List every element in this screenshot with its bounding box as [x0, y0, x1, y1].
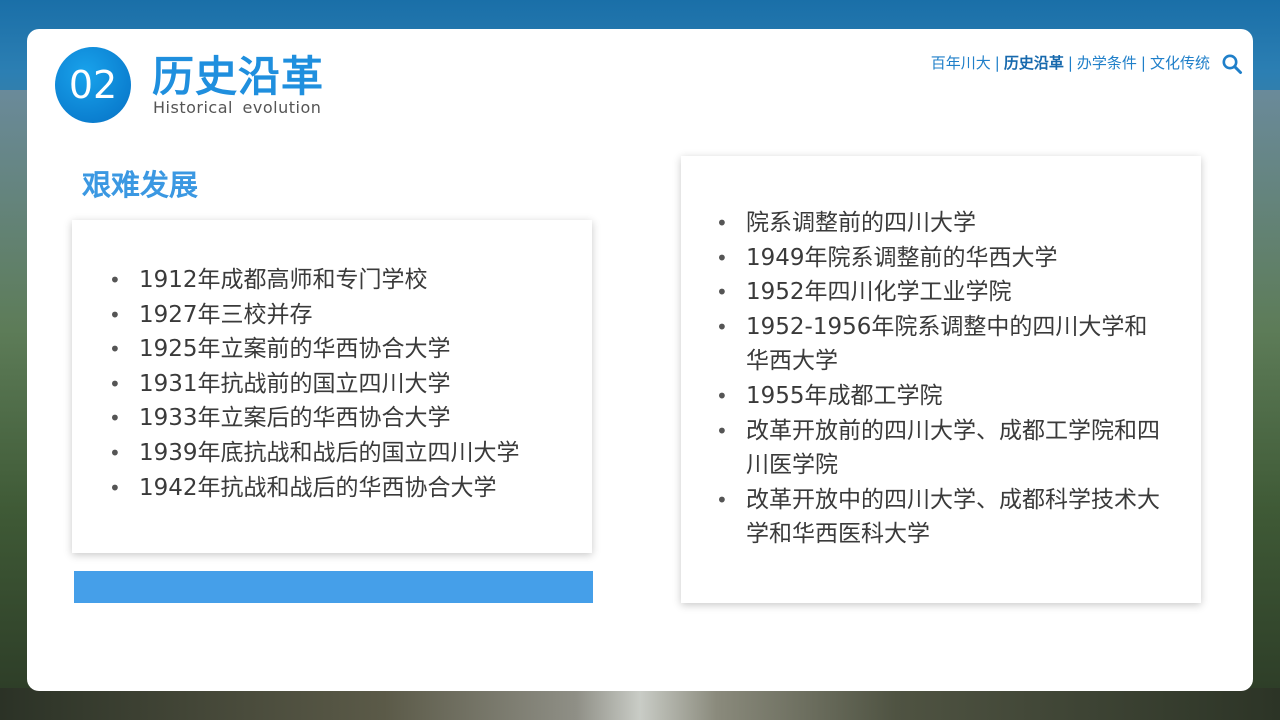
background-photo-right: [1250, 90, 1280, 690]
search-icon[interactable]: [1221, 53, 1243, 75]
right-bullet-list: 院系调整前的四川大学 1949年院系调整前的华西大学 1952年四川化学工业学院…: [714, 206, 1164, 552]
nav-item-bainian[interactable]: 百年川大: [931, 54, 991, 72]
background-photo-left: [0, 90, 30, 690]
accent-bar: [74, 571, 593, 603]
list-item: 1942年抗战和战后的华西协合大学: [107, 471, 577, 506]
list-item: 1927年三校并存: [107, 298, 577, 333]
list-item: 改革开放中的四川大学、成都科学技术大学和华西医科大学: [714, 483, 1164, 552]
page-title: 历史沿革: [152, 52, 325, 101]
nav-separator: |: [1067, 54, 1073, 72]
page-subtitle: Historical evolution: [153, 98, 322, 117]
nav-item-banxue[interactable]: 办学条件: [1077, 54, 1137, 72]
list-item: 1931年抗战前的国立四川大学: [107, 367, 577, 402]
list-item: 1955年成都工学院: [714, 379, 1164, 414]
list-item: 1952-1956年院系调整中的四川大学和华西大学: [714, 310, 1164, 379]
nav-separator: |: [994, 54, 1000, 72]
list-item: 1949年院系调整前的华西大学: [714, 241, 1164, 276]
list-item: 1933年立案后的华西协合大学: [107, 401, 577, 436]
list-item: 1912年成都高师和专门学校: [107, 263, 577, 298]
nav-item-lishi[interactable]: 历史沿革: [1004, 54, 1064, 72]
left-bullet-list: 1912年成都高师和专门学校 1927年三校并存 1925年立案前的华西协合大学…: [107, 263, 577, 505]
list-item: 院系调整前的四川大学: [714, 206, 1164, 241]
list-item: 1939年底抗战和战后的国立四川大学: [107, 436, 577, 471]
section-heading: 艰难发展: [82, 168, 199, 202]
top-navigation: 百年川大 | 历史沿革 | 办学条件 | 文化传统: [931, 52, 1210, 73]
list-item: 改革开放前的四川大学、成都工学院和四川医学院: [714, 414, 1164, 483]
nav-separator: |: [1140, 54, 1146, 72]
nav-item-wenhua[interactable]: 文化传统: [1150, 54, 1210, 72]
list-item: 1952年四川化学工业学院: [714, 275, 1164, 310]
list-item: 1925年立案前的华西协合大学: [107, 332, 577, 367]
section-number-badge: 02: [55, 47, 131, 123]
background-photo-bottom: [0, 688, 1280, 720]
